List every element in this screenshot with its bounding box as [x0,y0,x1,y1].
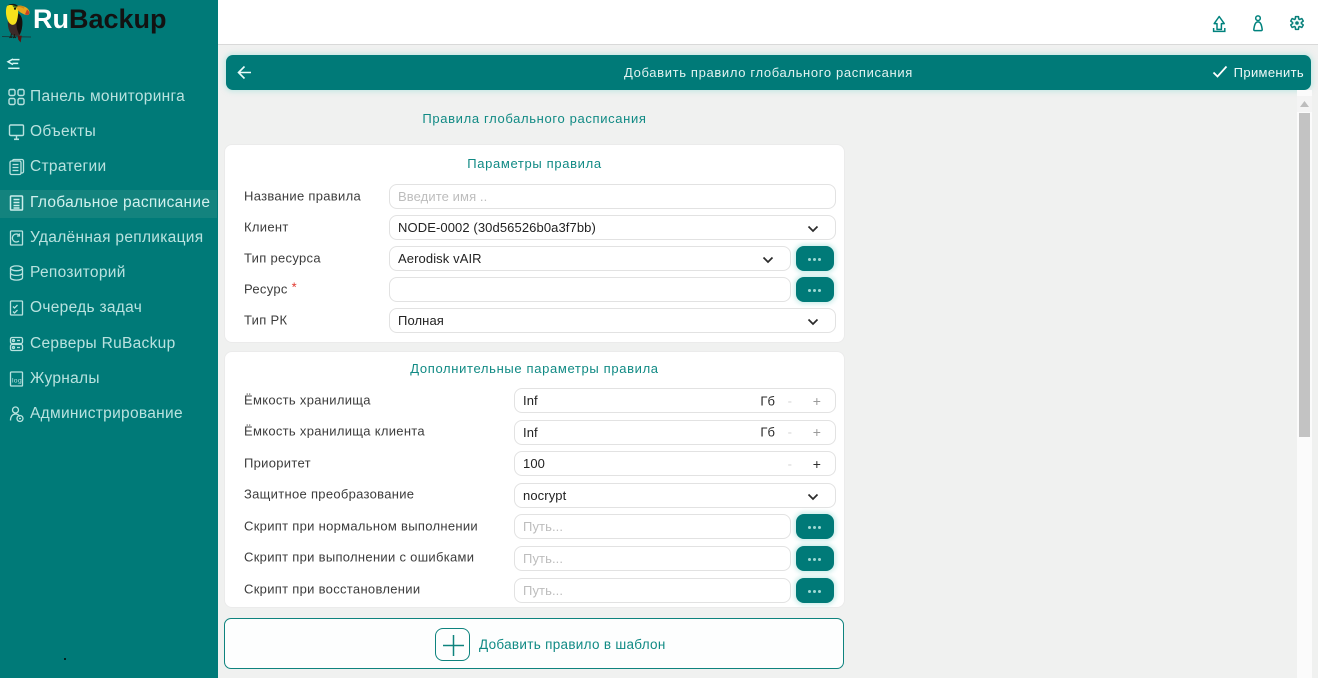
svg-text:log: log [12,378,22,385]
